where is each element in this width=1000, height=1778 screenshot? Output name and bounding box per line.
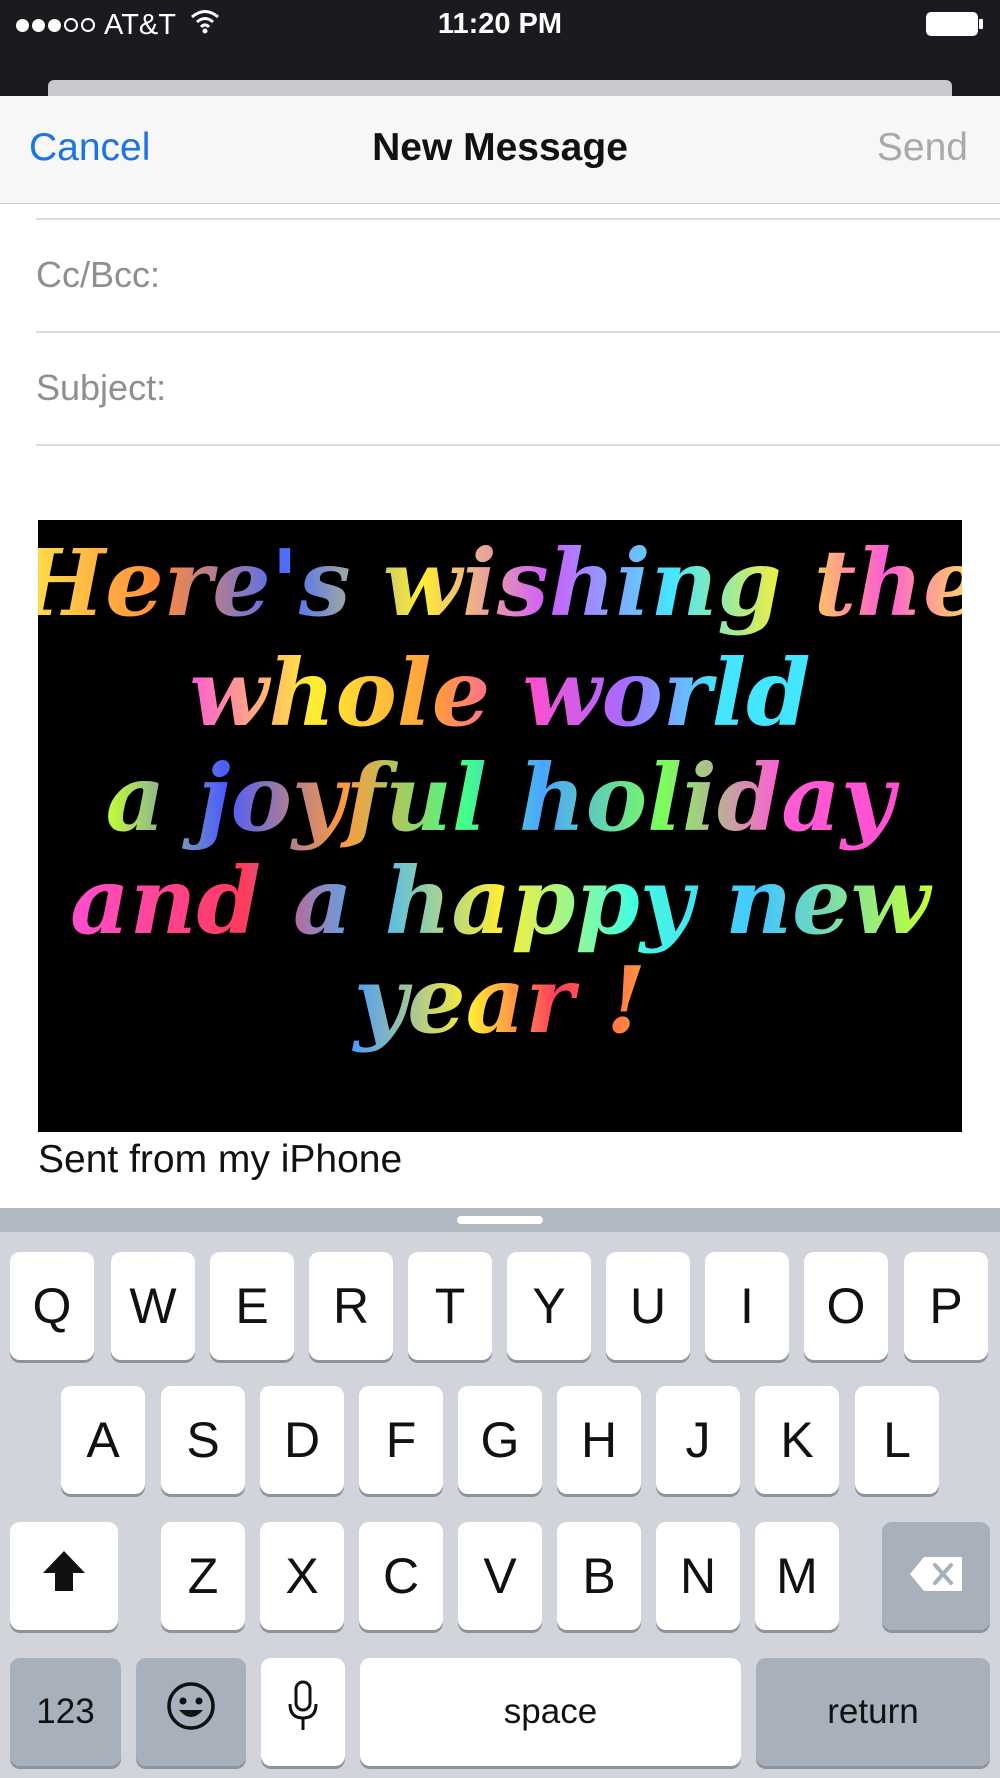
return-key[interactable]: return	[756, 1658, 990, 1766]
cc-bcc-field[interactable]: Cc/Bcc:	[36, 254, 160, 296]
keyboard: Q W E R T Y U I O P A S D F G H J K L Z …	[0, 1208, 1000, 1778]
key-g[interactable]: G	[458, 1386, 542, 1494]
card-line-3: a joyful holiday	[106, 744, 900, 852]
key-l[interactable]: L	[855, 1386, 939, 1494]
card-line-2: whole world	[189, 639, 810, 747]
key-i[interactable]: I	[705, 1252, 789, 1360]
keyboard-top-bar	[0, 1208, 1000, 1232]
key-e[interactable]: E	[210, 1252, 294, 1360]
key-s[interactable]: S	[161, 1386, 245, 1494]
key-r[interactable]: R	[309, 1252, 393, 1360]
key-f[interactable]: F	[359, 1386, 443, 1494]
key-m[interactable]: M	[755, 1522, 839, 1630]
key-j[interactable]: J	[656, 1386, 740, 1494]
divider	[36, 331, 1000, 333]
key-b[interactable]: B	[557, 1522, 641, 1630]
predictive-bar-handle[interactable]	[457, 1216, 543, 1224]
key-n[interactable]: N	[656, 1522, 740, 1630]
key-k[interactable]: K	[755, 1386, 839, 1494]
key-d[interactable]: D	[260, 1386, 344, 1494]
key-t[interactable]: T	[408, 1252, 492, 1360]
card-line-5: year !	[352, 946, 647, 1054]
key-u[interactable]: U	[606, 1252, 690, 1360]
key-c[interactable]: C	[359, 1522, 443, 1630]
delete-key[interactable]	[882, 1522, 990, 1630]
key-v[interactable]: V	[458, 1522, 542, 1630]
numbers-key[interactable]: 123	[10, 1658, 121, 1766]
compose-area: Cc/Bcc: Subject: Here's wishing the whol…	[0, 204, 1000, 1208]
shift-icon	[41, 1547, 87, 1605]
microphone-key[interactable]	[261, 1658, 345, 1766]
key-h[interactable]: H	[557, 1386, 641, 1494]
divider	[36, 444, 1000, 446]
emoji-key[interactable]	[136, 1658, 246, 1766]
battery-full-icon	[926, 12, 984, 36]
key-y[interactable]: Y	[507, 1252, 591, 1360]
key-a[interactable]: A	[61, 1386, 145, 1494]
signature-text[interactable]: Sent from my iPhone	[38, 1138, 402, 1182]
key-x[interactable]: X	[260, 1522, 344, 1630]
compose-nav-bar: Cancel New Message Send	[0, 96, 1000, 204]
greeting-card-image: Here's wishing the whole world a joyful …	[38, 520, 962, 1132]
key-p[interactable]: P	[904, 1252, 988, 1360]
status-time: 11:20 PM	[437, 8, 563, 40]
key-z[interactable]: Z	[161, 1522, 245, 1630]
key-o[interactable]: O	[804, 1252, 888, 1360]
key-w[interactable]: W	[111, 1252, 195, 1360]
divider	[36, 218, 1000, 220]
space-key[interactable]: space	[360, 1658, 741, 1766]
microphone-icon	[288, 1680, 318, 1744]
send-button[interactable]: Send	[877, 126, 968, 170]
emoji-icon	[165, 1680, 217, 1744]
key-q[interactable]: Q	[10, 1252, 94, 1360]
shift-key[interactable]	[10, 1522, 118, 1630]
card-line-4: and a happy new	[70, 847, 933, 955]
card-line-1: Here's wishing the	[38, 529, 962, 637]
page-title: New Message	[372, 126, 628, 169]
subject-field[interactable]: Subject:	[36, 367, 166, 409]
delete-icon	[908, 1547, 964, 1605]
